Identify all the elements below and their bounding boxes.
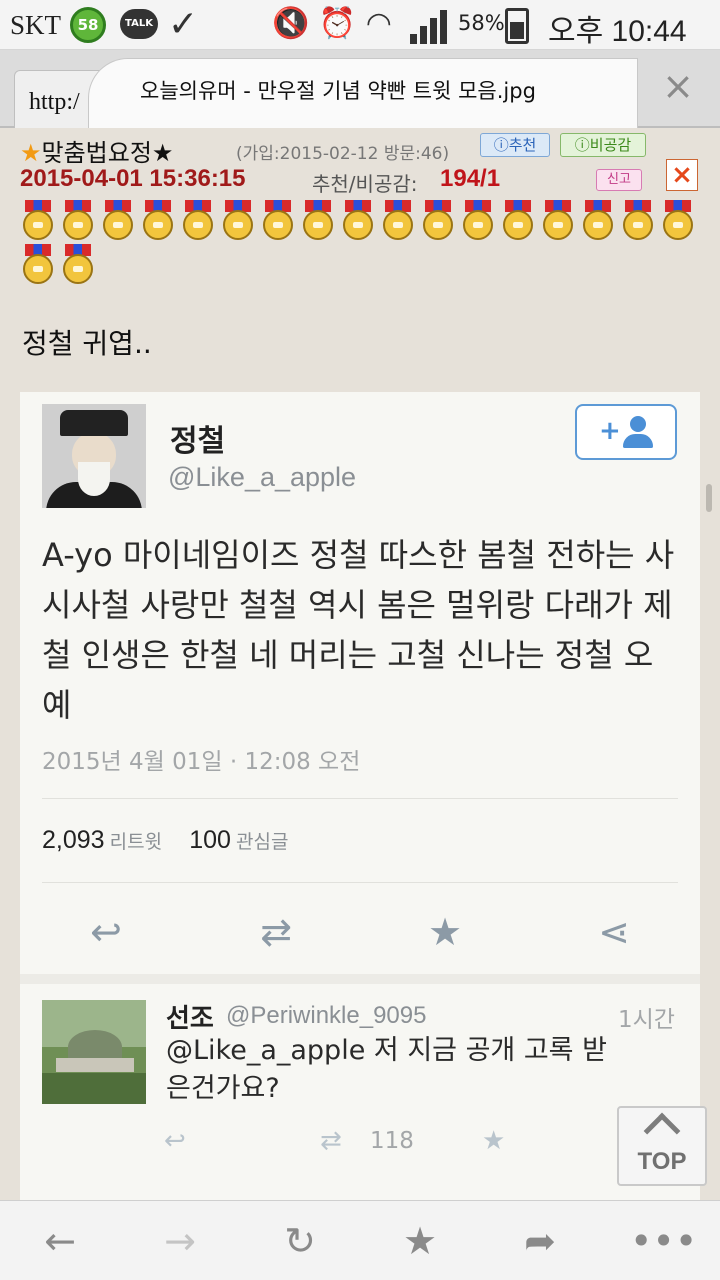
report-button[interactable]: 신고	[596, 169, 642, 191]
top-label: TOP	[637, 1148, 687, 1175]
medal-row	[20, 200, 700, 292]
notification-count-badge: 58	[70, 7, 106, 43]
medal-icon	[500, 200, 536, 244]
divider	[20, 974, 700, 984]
author-join-info: (가입:2015-02-12 방문:46)	[236, 144, 450, 164]
reply-handle[interactable]: @Periwinkle_9095	[226, 1002, 426, 1030]
medal-icon	[180, 200, 216, 244]
tweet-author-avatar[interactable]	[42, 404, 146, 508]
retweet-icon[interactable]: ⇄	[320, 1126, 342, 1156]
author-nickname[interactable]: ★맞춤법요정★	[20, 133, 173, 168]
reply-text: @Like_a_apple 저 지금 공개 고록 받은건가요?	[166, 1035, 607, 1104]
status-icons: 🔇 ⏰ ◠	[272, 6, 392, 41]
delete-icon[interactable]: ×	[666, 159, 698, 191]
more-icon[interactable]: •••	[630, 1215, 697, 1267]
status-bar: SKT 58 TALK ✓ 🔇 ⏰ ◠ 58% 오후 10:44	[0, 0, 720, 50]
reply-icon[interactable]: ↩	[164, 1126, 186, 1156]
reply-display-name[interactable]: 선조	[166, 998, 214, 1035]
reply-retweet-count: 118	[370, 1128, 414, 1154]
plus-icon: +	[599, 416, 621, 446]
recommend-count: 194/1	[440, 165, 501, 192]
medal-icon	[20, 244, 56, 288]
favorite-label: 관심글	[236, 831, 289, 853]
tweet-actions: ↩ ⇄ ★ ⋖	[20, 892, 700, 972]
share-arrow-icon[interactable]: ➦	[510, 1215, 570, 1267]
kakaotalk-icon: TALK	[120, 9, 158, 39]
reply-time: 1시간	[618, 1007, 675, 1033]
divider	[42, 798, 678, 799]
medal-icon	[580, 200, 616, 244]
scrollbar[interactable]	[706, 484, 712, 512]
medal-icon	[340, 200, 376, 244]
reply-icon[interactable]: ↩	[76, 906, 136, 958]
post-caption: 정철 귀엽..	[22, 327, 152, 360]
medal-icon	[220, 200, 256, 244]
medal-icon	[420, 200, 456, 244]
close-tab-icon[interactable]: ×	[655, 66, 701, 112]
recommend-button[interactable]: ⓘ추천	[480, 133, 550, 157]
download-complete-icon: ✓	[168, 4, 199, 45]
post-date: 2015-04-01 15:36:15	[20, 165, 246, 192]
follow-button[interactable]: +	[575, 404, 677, 460]
medal-icon	[100, 200, 136, 244]
browser-toolbar: ← → ↻ ★ ➦ •••	[0, 1200, 720, 1280]
tweet-card: 정철 @Like_a_apple + A-yo 마이네임이즈 정철 따스한 봄철…	[20, 392, 700, 1200]
tweet-display-name[interactable]: 정철	[170, 416, 225, 460]
battery-icon	[505, 8, 529, 44]
battery-percent: 58%	[458, 11, 505, 35]
tweet-text: A-yo 마이네임이즈 정철 따스한 봄철 전하는 사시사철 사랑만 철철 역시…	[42, 536, 675, 724]
star-icon[interactable]: ★	[482, 1126, 505, 1156]
medal-icon	[60, 244, 96, 288]
retweet-icon[interactable]: ⇄	[246, 906, 306, 958]
tweet-stats: 2,093 리트윗 100 관심글	[42, 826, 310, 855]
medal-icon	[60, 200, 96, 244]
forward-arrow-icon[interactable]: →	[150, 1215, 210, 1267]
retweet-label: 리트윗	[109, 831, 163, 853]
signal-strength-icon	[410, 8, 454, 44]
medal-icon	[660, 200, 696, 244]
favorite-count: 100	[189, 826, 231, 854]
tweet-timestamp: 2015년 4월 01일 · 12:08 오전	[42, 749, 361, 775]
medal-icon	[380, 200, 416, 244]
share-icon[interactable]: ⋖	[584, 906, 644, 958]
medal-icon	[140, 200, 176, 244]
chevron-up-icon	[643, 1112, 681, 1150]
back-arrow-icon[interactable]: ←	[30, 1215, 90, 1267]
tweet-handle[interactable]: @Like_a_apple	[168, 462, 356, 493]
carrier-label: SKT	[10, 10, 62, 40]
medal-icon	[20, 200, 56, 244]
medal-icon	[460, 200, 496, 244]
scroll-to-top-button[interactable]: TOP	[617, 1106, 707, 1186]
medal-icon	[620, 200, 656, 244]
medal-icon	[540, 200, 576, 244]
medal-icon	[300, 200, 336, 244]
medal-icon	[260, 200, 296, 244]
star-icon[interactable]: ★	[415, 906, 475, 958]
reload-icon[interactable]: ↻	[270, 1215, 330, 1267]
divider	[42, 882, 678, 883]
recommend-label: 추천/비공감:	[312, 172, 418, 196]
bookmark-star-icon[interactable]: ★	[390, 1215, 450, 1267]
retweet-count: 2,093	[42, 826, 105, 854]
person-icon	[621, 416, 655, 450]
unempathy-button[interactable]: ⓘ비공감	[560, 133, 646, 157]
tab-title[interactable]: 오늘의유머 - 만우절 기념 약빤 트윗 모음.jpg	[140, 75, 536, 105]
star-icon: ★	[20, 139, 42, 167]
clock: 오후 10:44	[548, 15, 687, 48]
reply-author-avatar[interactable]	[42, 1000, 146, 1104]
